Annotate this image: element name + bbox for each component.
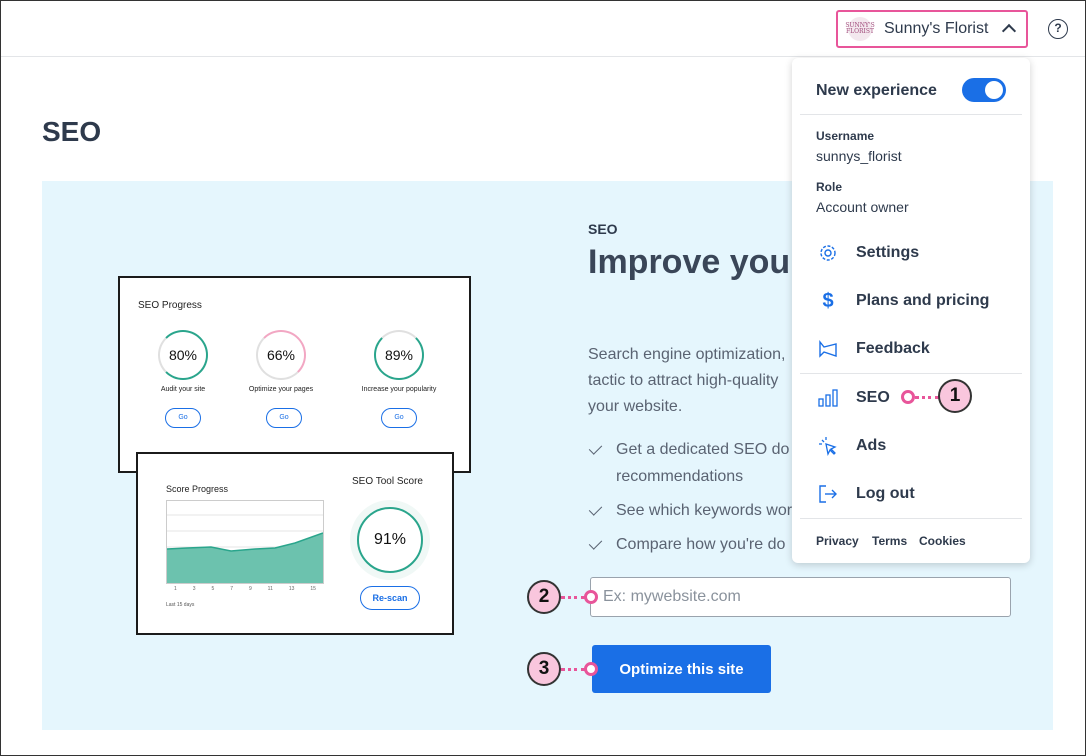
bar-chart-icon bbox=[816, 386, 840, 410]
logout-icon bbox=[816, 482, 840, 506]
progress-ring: 66% bbox=[256, 330, 306, 380]
tick-label: 5 bbox=[211, 586, 215, 592]
role-value: Account owner bbox=[816, 199, 909, 215]
card-title: Score Progress bbox=[166, 484, 229, 494]
menu-item-ads[interactable]: Ads bbox=[816, 434, 886, 458]
callout-connector bbox=[915, 396, 939, 399]
callout-badge: 2 bbox=[527, 580, 561, 614]
go-button: Go bbox=[381, 408, 417, 428]
username-label: Username bbox=[816, 129, 875, 143]
benefit-item: Compare how you're do bbox=[588, 531, 798, 558]
go-button: Go bbox=[266, 408, 302, 428]
menu-item-label: Feedback bbox=[856, 340, 930, 357]
website-url-input[interactable] bbox=[590, 577, 1011, 617]
ring-value: 89% bbox=[384, 347, 414, 363]
username-value: sunnys_florist bbox=[816, 148, 902, 164]
hero-kicker: SEO bbox=[588, 221, 618, 237]
callout-pointer-dot bbox=[584, 662, 598, 676]
benefit-list: Get a dedicated SEO do recommendations S… bbox=[588, 436, 798, 565]
tick-label: 11 bbox=[267, 586, 273, 592]
privacy-link[interactable]: Privacy bbox=[816, 534, 859, 548]
ring-label: Audit your site bbox=[160, 386, 206, 393]
menu-item-feedback[interactable]: Feedback bbox=[816, 337, 930, 361]
tick-label: 9 bbox=[248, 586, 252, 592]
new-experience-toggle[interactable] bbox=[962, 78, 1006, 102]
new-experience-label: New experience bbox=[816, 82, 937, 99]
score-progress-card: Score Progress 1 3 5 7 9 11 13 15 Last 1… bbox=[136, 452, 454, 635]
card-title: SEO Progress bbox=[138, 300, 202, 311]
menu-item-label: Settings bbox=[856, 244, 920, 261]
menu-item-plans[interactable]: $ Plans and pricing bbox=[816, 289, 989, 313]
tick-label: 13 bbox=[288, 586, 295, 592]
ring-label: Optimize your pages bbox=[248, 386, 314, 393]
menu-item-label: Plans and pricing bbox=[856, 292, 990, 309]
cookies-link[interactable]: Cookies bbox=[919, 534, 966, 548]
tick-label: 3 bbox=[192, 586, 196, 592]
area-chart-svg bbox=[166, 514, 324, 583]
progress-ring: 80% bbox=[158, 330, 208, 380]
ring-value: 80% bbox=[168, 347, 198, 363]
chevron-up-icon bbox=[1001, 23, 1017, 39]
tick-label: 15 bbox=[310, 586, 316, 592]
menu-item-settings[interactable]: Settings bbox=[816, 241, 919, 265]
menu-item-logout[interactable]: Log out bbox=[816, 482, 915, 506]
account-switcher-button[interactable]: SUNNY'S FLORIST Sunny's Florist bbox=[836, 10, 1028, 48]
benefit-item: Get a dedicated SEO do recommendations bbox=[588, 436, 798, 490]
optimize-site-button[interactable]: Optimize this site bbox=[592, 645, 771, 693]
callout-connector bbox=[561, 596, 585, 599]
account-name: Sunny's Florist bbox=[884, 20, 989, 37]
progress-ring: 89% bbox=[374, 330, 424, 380]
role-label: Role bbox=[816, 180, 843, 194]
menu-divider bbox=[800, 114, 1022, 115]
score-area bbox=[167, 533, 323, 583]
help-icon[interactable]: ? bbox=[1048, 19, 1068, 39]
tick-label: 7 bbox=[230, 586, 233, 592]
callout-badge: 3 bbox=[527, 652, 561, 686]
megaphone-icon bbox=[816, 337, 840, 361]
chart-caption: Last 15 days bbox=[166, 602, 195, 608]
go-button: Go bbox=[165, 408, 201, 428]
benefit-item: See which keywords wor bbox=[588, 497, 798, 524]
menu-item-label: SEO bbox=[856, 389, 890, 406]
menu-item-seo[interactable]: SEO bbox=[816, 386, 890, 410]
menu-divider bbox=[800, 518, 1022, 519]
rescan-button: Re-scan bbox=[360, 586, 420, 610]
hero-description: Search engine optimization, tactic to at… bbox=[588, 346, 786, 415]
chart-ticks: 1 3 5 7 9 11 13 15 bbox=[166, 586, 324, 592]
menu-item-label: Ads bbox=[856, 437, 887, 454]
menu-item-label: Log out bbox=[856, 485, 915, 502]
callout-connector bbox=[561, 668, 585, 671]
terms-link[interactable]: Terms bbox=[872, 534, 907, 548]
score-value: 91% bbox=[357, 507, 423, 573]
callout-pointer-dot bbox=[901, 390, 915, 404]
page-title: SEO bbox=[42, 116, 102, 147]
gear-icon bbox=[816, 241, 840, 265]
tick-label: 1 bbox=[174, 586, 177, 592]
score-title: SEO Tool Score bbox=[352, 476, 423, 487]
callout-badge: 1 bbox=[938, 379, 972, 413]
menu-divider bbox=[800, 373, 1022, 374]
cursor-click-icon bbox=[816, 434, 840, 458]
score-chart bbox=[166, 500, 324, 584]
account-logo: SUNNY'S FLORIST bbox=[845, 17, 875, 41]
account-dropdown-menu: New experience Username sunnys_florist R… bbox=[792, 58, 1030, 563]
callout-pointer-dot bbox=[584, 590, 598, 604]
dollar-icon: $ bbox=[822, 289, 834, 312]
ring-value: 66% bbox=[266, 347, 296, 363]
score-ring: 91% bbox=[350, 500, 430, 580]
seo-progress-card: SEO Progress 80% Audit your site Go 66% … bbox=[118, 276, 471, 473]
ring-label: Increase your popularity bbox=[361, 386, 437, 393]
